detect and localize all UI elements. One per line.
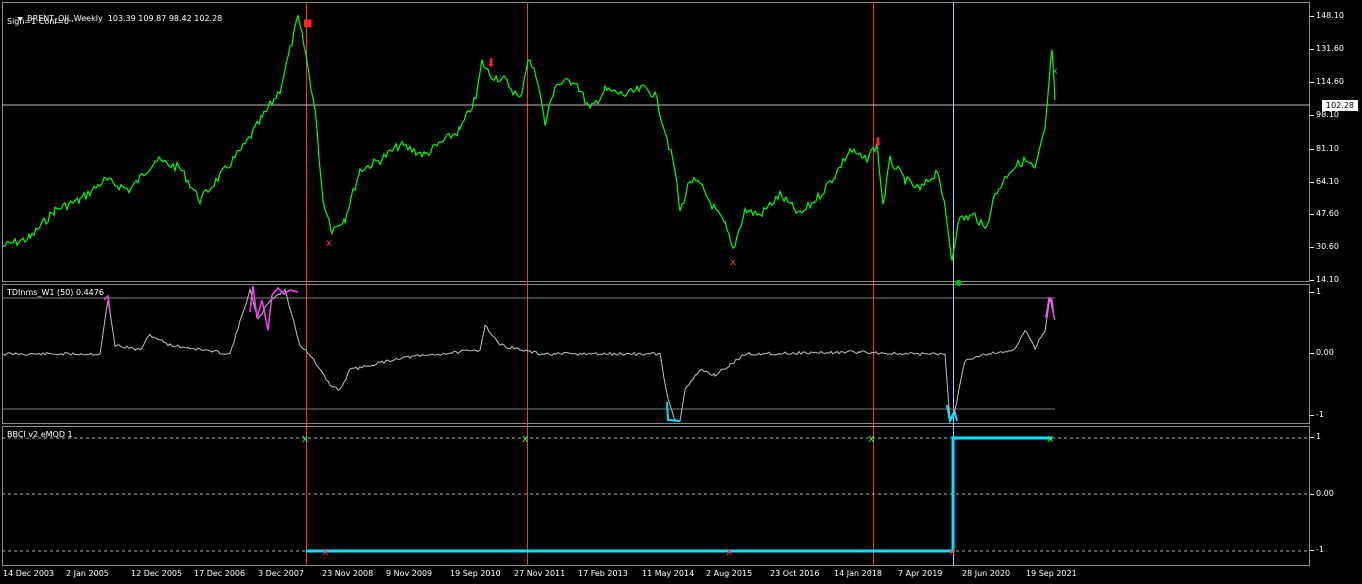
indicator2-scale: 1 0.00 -1 — [1309, 426, 1362, 566]
price-tick: 30.60 — [1310, 242, 1339, 251]
time-label: 23 Oct 2016 — [770, 569, 820, 578]
time-label: 12 Dec 2005 — [131, 569, 183, 578]
time-label: 11 May 2014 — [642, 569, 695, 578]
price-tick: 131.60 — [1310, 44, 1344, 53]
bbci-up-marker: x — [868, 432, 875, 445]
time-label: 17 Feb 2013 — [578, 569, 628, 578]
bbci-down-marker: x — [949, 545, 956, 558]
time-label: 3 Dec 2007 — [258, 569, 305, 578]
time-label: 2 Jan 2005 — [66, 569, 109, 578]
signal-marker: ■ — [303, 18, 312, 29]
x-marker: x — [326, 238, 332, 249]
bbci-up-marker: x — [1047, 432, 1054, 445]
ind1-tick: -1 — [1310, 410, 1324, 419]
price-tick: 47.60 — [1310, 209, 1339, 218]
x-marker: x — [730, 257, 736, 268]
bbci-up-marker: x — [522, 432, 529, 445]
tdinms-high-segment — [1045, 296, 1055, 319]
chart-drawing-layer: ■ x ⬇ x ⬇ ● x x x x x x x x — [2, 15, 1310, 558]
time-label: 23 Nov 2008 — [322, 569, 374, 578]
price-tick: 81.10 — [1310, 144, 1339, 153]
indicator1-scale: 1 0.00 -1 — [1309, 284, 1362, 424]
price-tick: 64.10 — [1310, 177, 1339, 186]
time-label: 14 Dec 2003 — [3, 569, 55, 578]
x-marker: x — [1052, 66, 1058, 77]
ind1-tick: 0.00 — [1310, 348, 1334, 357]
time-label: 27 Nov 2011 — [514, 569, 566, 578]
bbci-up-marker: x — [302, 432, 309, 445]
price-tick: 114.60 — [1310, 77, 1344, 86]
price-tick: 14.10 — [1310, 275, 1339, 284]
tdinms-high-segment — [249, 285, 299, 331]
time-label: 2 Aug 2015 — [706, 569, 753, 578]
bbci-down-marker: x — [726, 545, 733, 558]
dot-marker: ● — [955, 278, 962, 287]
price-scale[interactable]: 148.10 131.60 114.60 98.10 81.10 64.10 4… — [1310, 2, 1362, 284]
time-label: 7 Apr 2019 — [898, 569, 943, 578]
bbci-down-marker: x — [322, 545, 329, 558]
price-tick: 98.10 — [1310, 110, 1339, 119]
down-arrow-icon: ⬇ — [486, 56, 496, 70]
ind2-tick: 1 — [1309, 432, 1322, 441]
price-series-line — [2, 15, 1056, 261]
time-label: 19 Sep 2021 — [1026, 569, 1077, 578]
tdinms-line — [2, 287, 1056, 422]
ind2-tick: -1 — [1310, 545, 1324, 554]
time-label: 9 Nov 2009 — [386, 569, 433, 578]
time-label: 14 Jan 2018 — [834, 569, 882, 578]
time-label: 28 Jun 2020 — [962, 569, 1011, 578]
time-label: 17 Dec 2006 — [194, 569, 246, 578]
down-arrow-icon: ⬇ — [873, 135, 883, 149]
price-tick: 148.10 — [1310, 11, 1344, 20]
time-axis[interactable]: 14 Dec 2003 2 Jan 2005 12 Dec 2005 17 De… — [0, 566, 1362, 584]
time-label: 19 Sep 2010 — [450, 569, 501, 578]
ind2-tick: 0.00 — [1310, 489, 1334, 498]
ind1-tick: 1 — [1309, 287, 1322, 296]
current-price-label: 102.28 — [1322, 100, 1358, 111]
